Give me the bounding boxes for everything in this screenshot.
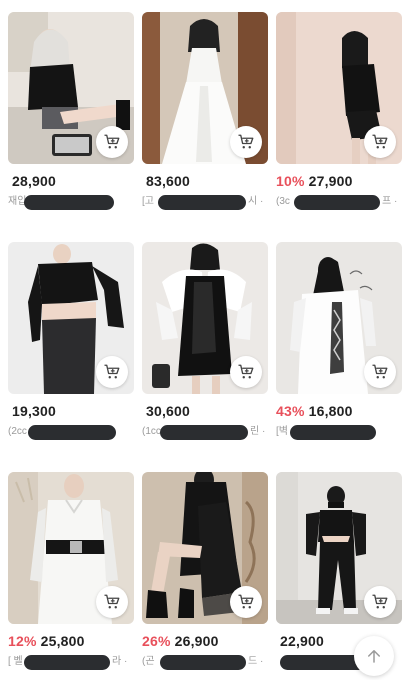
product-price: 28,900 [12, 173, 57, 189]
add-to-cart-button[interactable] [364, 126, 396, 158]
product-price: 16,800 [308, 403, 353, 419]
add-to-cart-button[interactable] [230, 126, 262, 158]
store-name-visible: (3c [276, 196, 290, 207]
shopping-cart-icon [372, 134, 388, 149]
store-name-visible: 라 · [112, 656, 128, 667]
discount-rate: 10% [276, 173, 305, 189]
product-price: 22,900 [280, 633, 325, 649]
store-name-visible: [벽 [276, 426, 288, 437]
price-row: 19,300 [8, 403, 135, 419]
shopping-cart-icon [238, 594, 254, 609]
product-card[interactable]: 43% 16,800 [벽 [276, 242, 403, 440]
add-to-cart-button[interactable] [96, 126, 128, 158]
discount-rate: 12% [8, 633, 37, 649]
scroll-to-top-button[interactable] [354, 636, 394, 676]
shopping-cart-icon [372, 594, 388, 609]
price-row: 28,900 [8, 173, 135, 189]
redacted-text [158, 195, 246, 210]
redacted-text [28, 425, 116, 440]
redacted-text [24, 655, 110, 670]
product-image[interactable] [142, 12, 268, 164]
shopping-cart-icon [238, 364, 254, 379]
add-to-cart-button[interactable] [96, 586, 128, 618]
store-name-visible: 드 · [248, 656, 264, 667]
product-card[interactable]: 83,600 [고 시 · [142, 12, 269, 210]
price-row: 12% 25,800 [8, 633, 135, 649]
redacted-text [160, 655, 246, 670]
store-name-visible: [ 벨 [8, 656, 23, 667]
price-row: 43% 16,800 [276, 403, 403, 419]
store-name-visible: (곤 [142, 656, 155, 667]
store-name-visible: [고 [142, 196, 154, 207]
redacted-text [294, 195, 380, 210]
redacted-text [24, 195, 114, 210]
product-card[interactable]: 30,600 (1cc 린 · [142, 242, 269, 440]
product-card[interactable]: 19,300 (2cc [8, 242, 135, 440]
store-name-visible: (1cc [142, 426, 161, 437]
shopping-cart-icon [104, 594, 120, 609]
product-image[interactable] [8, 472, 134, 624]
store-name: (3c 프 · [276, 194, 403, 210]
product-price: 27,900 [308, 173, 353, 189]
price-row: 10% 27,900 [276, 173, 403, 189]
shopping-cart-icon [372, 364, 388, 379]
redacted-text [160, 425, 248, 440]
add-to-cart-button[interactable] [364, 356, 396, 388]
arrow-up-icon [368, 650, 380, 663]
product-card[interactable]: 10% 27,900 (3c 프 · [276, 12, 403, 210]
store-name: (1cc 린 · [142, 424, 269, 440]
product-image[interactable] [142, 472, 268, 624]
product-image[interactable] [276, 472, 402, 624]
product-image[interactable] [142, 242, 268, 394]
store-name: [ 벨 라 · [8, 654, 135, 670]
shopping-cart-icon [104, 134, 120, 149]
redacted-text [290, 425, 376, 440]
shopping-cart-icon [104, 364, 120, 379]
store-name: (곤 드 · [142, 654, 269, 670]
store-name: [고 시 · [142, 194, 269, 210]
product-card[interactable]: 26% 26,900 (곤 드 · [142, 472, 269, 670]
product-price: 83,600 [146, 173, 191, 189]
add-to-cart-button[interactable] [96, 356, 128, 388]
product-price: 30,600 [146, 403, 191, 419]
add-to-cart-button[interactable] [230, 586, 262, 618]
price-row: 26% 26,900 [142, 633, 269, 649]
product-price: 25,800 [40, 633, 85, 649]
price-row: 83,600 [142, 173, 269, 189]
add-to-cart-button[interactable] [230, 356, 262, 388]
price-row: 30,600 [142, 403, 269, 419]
product-price: 26,900 [174, 633, 219, 649]
product-price: 19,300 [12, 403, 57, 419]
shopping-cart-icon [238, 134, 254, 149]
product-image[interactable] [8, 242, 134, 394]
store-name: [벽 [276, 424, 403, 440]
store-name-visible: (2cc [8, 426, 27, 437]
store-name: 재입 [8, 194, 135, 210]
discount-rate: 26% [142, 633, 171, 649]
product-card[interactable]: 28,900 재입 [8, 12, 135, 210]
store-name-visible: 시 · [248, 196, 264, 207]
store-name-visible: 프 · [382, 196, 398, 207]
product-image[interactable] [276, 242, 402, 394]
store-name: (2cc [8, 424, 135, 440]
store-name-visible: 린 · [250, 426, 266, 437]
product-image[interactable] [276, 12, 402, 164]
discount-rate: 43% [276, 403, 305, 419]
product-card[interactable]: 12% 25,800 [ 벨 라 · [8, 472, 135, 670]
product-grid: 28,900 재입 83,600 [고 시 · 10% 27,900 (3c 프… [0, 0, 411, 680]
product-image[interactable] [8, 12, 134, 164]
add-to-cart-button[interactable] [364, 586, 396, 618]
